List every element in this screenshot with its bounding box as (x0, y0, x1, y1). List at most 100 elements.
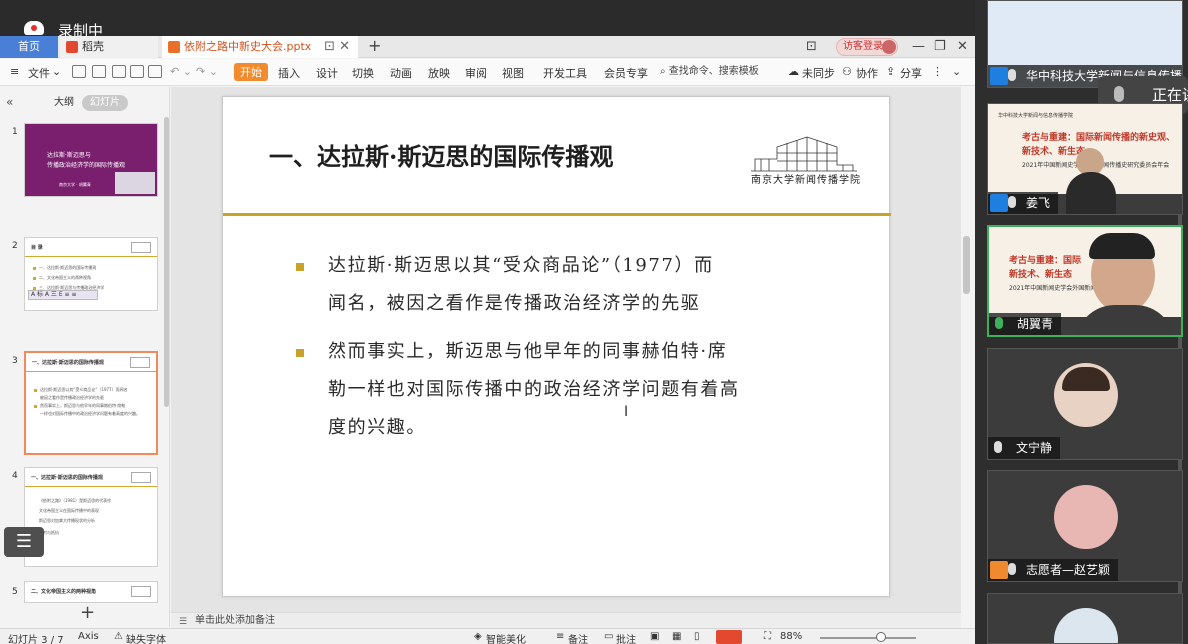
tab-docer[interactable]: 稻壳 (60, 36, 158, 58)
participant-avatar (1054, 608, 1118, 643)
slide-thumbnail-3[interactable]: 一、达拉斯·斯迈思的国际传播观 达拉斯·斯迈思以其“受众商品论”（1977）而闻… (24, 351, 158, 455)
menu-devtools[interactable]: 开发工具 (543, 65, 587, 81)
format-painter-icon[interactable] (112, 65, 126, 78)
participant-tile[interactable]: 志愿者—赵艺颖 (987, 470, 1183, 582)
tab-slides[interactable]: 幻灯片 (82, 95, 128, 111)
preview-icon[interactable] (148, 65, 162, 78)
menu-start[interactable]: 开始 (234, 63, 268, 81)
current-slide[interactable]: 一、达拉斯·斯迈思的国际传播观 南京大学新闻传播学院 达拉斯·斯迈思以其“受众商… (222, 96, 891, 597)
collapse-ribbon-icon[interactable]: ⌄ (952, 65, 961, 78)
thumb-bullet (33, 267, 36, 270)
status-bar: 幻灯片 3 / 7 Axis ⚠ 缺失字体 ◈ 智能美化 ≡ 备注 ▭ 批注 ▣… (0, 628, 975, 644)
menu-view[interactable]: 视图 (502, 65, 524, 81)
minimize-icon[interactable]: — (912, 36, 925, 58)
slide-title[interactable]: 一、达拉斯·斯迈思的国际传播观 (269, 137, 613, 172)
command-search[interactable]: ⌕ 查找命令、搜索模板 (660, 63, 770, 81)
slide-scrollbar[interactable] (963, 236, 970, 294)
logo-image (131, 586, 151, 597)
play-slideshow-button[interactable] (716, 630, 742, 644)
floating-format-toolbar[interactable]: A 标 A 三 E ≡ ≡ (28, 290, 98, 300)
speaking-label: 正在讲话 (1152, 86, 1188, 104)
reading-view-icon[interactable]: ▯ (694, 631, 700, 642)
tab-presentation[interactable]: 依附之路中新史大会.pptx ⊡ ✕ (162, 36, 358, 58)
undo-icon[interactable]: ↶ ⌄ (170, 65, 192, 78)
mic-muted-icon (994, 441, 1002, 453)
tab-outline[interactable]: 大纲 (46, 95, 82, 111)
collab-icon[interactable]: ⚇ (842, 65, 852, 78)
sync-icon[interactable]: ☁ (788, 65, 799, 78)
thumb-text: 一样也对国际传播中的政治经济学问题有着高度的兴趣。 (40, 411, 140, 416)
theme-name[interactable]: Axis (78, 631, 99, 642)
building-image (115, 172, 155, 194)
beautify-icon: ◈ (474, 631, 482, 642)
normal-view-icon[interactable]: ▣ (650, 631, 659, 642)
sorter-view-icon[interactable]: ▦ (672, 631, 681, 642)
menu-design[interactable]: 设计 (316, 65, 338, 81)
mic-muted-icon (1008, 69, 1016, 81)
notes-pane[interactable]: ☰ 单击此处添加备注 (171, 612, 961, 628)
thumb-number: 5 (12, 587, 18, 597)
bullet-marker (296, 263, 304, 271)
close-tab-icon[interactable]: ⊡ ✕ (324, 36, 350, 58)
participant-tile[interactable] (987, 593, 1183, 644)
new-file-icon[interactable] (72, 65, 86, 78)
slide-thumbnail-5[interactable]: 二、文化帝国主义的两种视角 (24, 581, 158, 603)
comment-button[interactable]: 批注 (616, 631, 636, 644)
fit-icon[interactable]: ⛶ (764, 631, 771, 642)
add-slide-button[interactable]: + (80, 602, 95, 623)
collab-button[interactable]: 协作 (856, 65, 878, 81)
zoom-level[interactable]: 88% (780, 631, 802, 642)
participant-name-bar: 姜飞 (988, 192, 1059, 214)
print-icon[interactable] (130, 65, 144, 78)
menu-transition[interactable]: 切换 (352, 65, 374, 81)
bullet-text-2[interactable]: 然而事实上，斯迈思与他早年的同事赫伯特·席 勒一样也对国际传播中的政治经济学问题… (328, 333, 808, 447)
thumb-title: 二、文化帝国主义的两种视角 (31, 589, 97, 595)
beautify-button[interactable]: 智能美化 (486, 631, 526, 644)
guest-login-button[interactable]: 访客登录 (836, 38, 898, 56)
menu-slideshow[interactable]: 放映 (428, 65, 450, 81)
mic-muted-icon (1008, 196, 1016, 208)
slide-thumbnail-4[interactable]: 一、达拉斯·斯迈思的国际传播观 《依附之路》（1981）是斯迈思的代表作 文化帝… (24, 467, 158, 567)
tab-home[interactable]: 首页 (0, 36, 58, 58)
menu-bar: ≡ 文件 ⌄ ↶ ⌄ ↷ ⌄ 开始 插入 设计 切换 动画 放映 审阅 视图 开… (0, 59, 975, 86)
thumbnail-scrollbar[interactable] (164, 117, 169, 407)
share-icon[interactable]: ⇪ (886, 65, 895, 78)
comment-icon: ▭ (604, 631, 614, 642)
bullet-text-1[interactable]: 达拉斯·斯迈思以其“受众商品论”（1977）而 闻名，被因之看作是传播政治经济学… (328, 247, 808, 323)
thumb-text: 然而事实上，斯迈思与他早年的同事赫伯特·席勒 (40, 403, 126, 408)
participant-tile[interactable]: 华中科技大学新闻与信息传播学院 (987, 0, 1183, 88)
notes-button[interactable]: 备注 (568, 631, 588, 644)
missing-font[interactable]: 缺失字体 (126, 631, 166, 644)
menu-animation[interactable]: 动画 (390, 65, 412, 81)
menu-file[interactable]: 文件 (28, 65, 50, 81)
close-window-icon[interactable]: ✕ (957, 36, 968, 58)
menu-insert[interactable]: 插入 (278, 65, 300, 81)
logo-image (131, 472, 151, 483)
open-folder-icon[interactable] (92, 65, 106, 78)
zoom-slider[interactable] (820, 637, 916, 639)
bullet-line: 度的兴趣。 (328, 417, 426, 438)
tab-list-icon[interactable]: ⊡ (806, 36, 817, 58)
notes-icon: ≡ (556, 631, 565, 642)
thumb-text: 二、文化帝国主义的两种视角 (39, 275, 91, 280)
chevron-down-icon[interactable]: ⌄ (52, 65, 61, 78)
share-button[interactable]: 分享 (900, 65, 922, 81)
sync-status[interactable]: 未同步 (802, 65, 835, 81)
participant-tile[interactable]: 文宁静 (987, 348, 1183, 460)
outline-toggle-icon[interactable]: ☰ (4, 527, 44, 557)
menu-review[interactable]: 审阅 (465, 65, 487, 81)
redo-icon[interactable]: ↷ ⌄ (196, 65, 218, 78)
tab-docer-label: 稻壳 (82, 40, 104, 53)
participant-tile[interactable]: 华中科技大学新闻与信息传播学院 考古与重建：国际新闻传播的新史观、 新技术、新生… (987, 103, 1183, 215)
zoom-slider-knob[interactable] (876, 632, 886, 642)
hamburger-icon[interactable]: ≡ (10, 65, 19, 78)
thumb-text: 南京大学 · 胡翼青 (59, 182, 91, 187)
restore-icon[interactable]: ❐ (934, 36, 946, 58)
more-icon[interactable]: ⋮ (932, 65, 943, 78)
menu-member[interactable]: 会员专享 (604, 65, 648, 81)
slide-thumbnail-1[interactable]: 达拉斯·斯迈思与 传播政治经济学的国际传播观 南京大学 · 胡翼青 (24, 123, 158, 197)
new-tab-icon[interactable]: + (368, 36, 381, 56)
drag-handle-icon[interactable]: ☰ (179, 615, 187, 629)
thumb-text: 达拉斯·斯迈思以其“受众商品论”（1977）而闻名 (40, 387, 128, 392)
participant-tile-active[interactable]: 考古与重建：国际 新技术、新生态 2021年中国新闻史学会外国新闻传播史 胡翼青 (987, 225, 1183, 337)
